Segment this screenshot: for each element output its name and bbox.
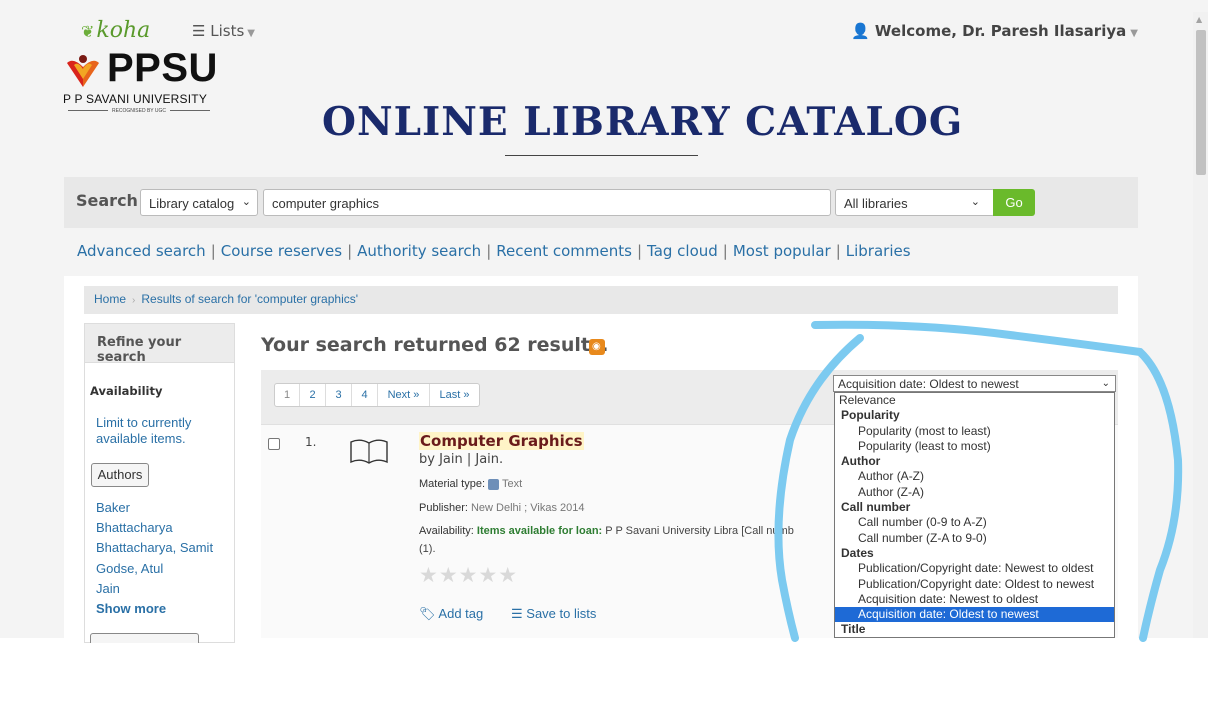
sort-option[interactable]: Publication/Copyright date: Oldest to ne… [835, 577, 1114, 592]
secondary-links: Advanced search | Course reserves | Authorit… [77, 242, 911, 260]
list-icon: ☰ [511, 606, 523, 621]
caret-down-icon: ▼ [247, 28, 255, 39]
tag-icon: 🏷 [419, 606, 436, 621]
sort-option[interactable]: Author (Z-A) [835, 485, 1114, 500]
welcome-text: Welcome, Dr. Paresh Ilasariya [874, 22, 1127, 40]
library-branch-select[interactable]: All libraries ⌄ [835, 189, 995, 216]
refine-heading: Refine your search [84, 323, 235, 365]
breadcrumb-current[interactable]: Results of search for 'computer graphics… [141, 292, 358, 306]
sort-selected-value: Acquisition date: Oldest to newest [838, 377, 1019, 391]
availability-count: (1). [419, 543, 436, 555]
most-popular-link[interactable]: Most popular [733, 242, 831, 260]
library-branch-value: All libraries [844, 196, 908, 211]
sort-option[interactable]: Popularity (least to most) [835, 439, 1114, 454]
material-type: Material type: Text [419, 478, 523, 490]
search-scope-value: Library catalog [149, 196, 235, 211]
libraries-link[interactable]: Libraries [846, 242, 911, 260]
lists-menu[interactable]: ☰ Lists ▼ [192, 22, 255, 40]
blank-area [0, 638, 1208, 709]
sort-option[interactable]: Author (A-Z) [835, 469, 1114, 484]
save-to-lists-link[interactable]: ☰ Save to lists [511, 606, 596, 622]
ppsu-logo-text: PPSU [107, 46, 218, 90]
pagination: 1 2 3 4 Next » Last » [274, 383, 480, 407]
sort-option[interactable]: Call number (Z-A to 9-0) [835, 531, 1114, 546]
sort-select[interactable]: Acquisition date: Oldest to newest ⌄ [833, 375, 1116, 392]
page-link[interactable]: 4 [352, 384, 378, 406]
sort-option[interactable]: Acquisition date: Newest to oldest [835, 592, 1114, 607]
sort-dropdown-list: Relevance Popularity Popularity (most to l… [834, 392, 1115, 638]
page-link[interactable]: 2 [300, 384, 326, 406]
recent-comments-link[interactable]: Recent comments [496, 242, 632, 260]
show-more-link[interactable]: Show more [96, 601, 166, 616]
koha-logo-text: koha [96, 18, 151, 43]
result-title-link[interactable]: Computer Graphics [419, 432, 584, 450]
author-facet-link[interactable]: Jain [96, 581, 120, 597]
next-page-link[interactable]: Next » [378, 384, 430, 406]
authority-search-link[interactable]: Authority search [357, 242, 481, 260]
caret-down-icon: ▼ [1130, 28, 1138, 39]
search-input[interactable]: computer graphics [263, 189, 831, 216]
chevron-right-icon: › [132, 295, 136, 306]
course-reserves-link[interactable]: Course reserves [221, 242, 342, 260]
title-divider [505, 155, 698, 156]
sort-option[interactable]: Call number (0-9 to A-Z) [835, 515, 1114, 530]
sort-option-group: Author [841, 454, 881, 469]
university-name: P P SAVANI UNIVERSITY [63, 92, 208, 106]
page-link-current[interactable]: 1 [275, 384, 300, 406]
sort-option[interactable]: Relevance [835, 393, 1114, 408]
sort-option[interactable]: Popularity (most to least) [835, 424, 1114, 439]
search-scope-select[interactable]: Library catalog ⌄ [140, 189, 258, 216]
user-menu[interactable]: 👤 Welcome, Dr. Paresh Ilasariya ▼ [851, 22, 1138, 40]
rss-icon[interactable]: ◉ [589, 339, 605, 355]
catalog-title: ONLINE LIBRARY CATALOG [322, 99, 964, 145]
availability: Availability: Items available for loan: … [419, 525, 794, 537]
author-facet-link[interactable]: Baker [96, 500, 130, 516]
advanced-search-link[interactable]: Advanced search [77, 242, 206, 260]
last-page-link[interactable]: Last » [430, 384, 479, 406]
search-label: Search [76, 191, 138, 210]
koha-leaf-icon: ❦ [81, 22, 95, 41]
chevron-down-icon: ⌄ [970, 196, 980, 208]
breadcrumb: Home › Results of search for 'computer gra… [84, 286, 1118, 314]
sort-option-group: Title [841, 622, 866, 637]
select-result-checkbox[interactable] [268, 438, 280, 450]
scroll-thumb[interactable] [1196, 30, 1206, 175]
text-document-icon [488, 478, 500, 490]
sort-option[interactable]: Publication/Copyright date: Newest to ol… [835, 561, 1114, 576]
tag-cloud-link[interactable]: Tag cloud [647, 242, 718, 260]
facet-button[interactable] [90, 633, 199, 643]
star-rating[interactable]: ★★★★★ [419, 563, 518, 587]
page-link[interactable]: 3 [326, 384, 352, 406]
chevron-down-icon: ⌄ [1101, 378, 1110, 389]
breadcrumb-home[interactable]: Home [94, 292, 126, 306]
sort-option-group: Dates [841, 545, 874, 560]
author-facet-link[interactable]: Bhattacharya [96, 520, 173, 536]
list-icon: ☰ [192, 22, 206, 40]
result-number: 1. [305, 435, 317, 449]
koha-logo[interactable]: ❦koha [81, 18, 150, 43]
authors-facet-button[interactable]: Authors [91, 463, 149, 487]
scroll-up-arrow-icon[interactable]: ▲ [1196, 15, 1202, 24]
sort-option[interactable]: Acquisition date: Oldest to newest [835, 607, 1114, 623]
sort-option-group: Popularity [841, 408, 900, 423]
go-button[interactable]: Go [993, 189, 1035, 216]
ugc-recognition: RECOGNISED BY UGC [63, 108, 215, 114]
add-tag-link[interactable]: 🏷 Add tag [419, 606, 483, 622]
sort-option-group: Call number [841, 500, 911, 515]
author-facet-link[interactable]: Godse, Atul [96, 561, 163, 577]
user-icon: 👤 [851, 22, 870, 40]
search-query-text: computer graphics [272, 196, 379, 211]
results-summary: Your search returned 62 results. [261, 334, 609, 356]
book-icon [350, 439, 388, 464]
lists-label: Lists [210, 22, 245, 40]
ppsu-emblem-icon [67, 55, 99, 87]
limit-available-link[interactable]: Limit to currently available items. [96, 415, 226, 447]
publisher: Publisher: New Delhi ; Vikas 2014 [419, 502, 585, 514]
result-author[interactable]: by Jain | Jain. [419, 452, 503, 467]
author-facet-link[interactable]: Bhattacharya, Samit [96, 540, 213, 556]
chevron-down-icon: ⌄ [241, 196, 251, 208]
availability-facet-title: Availability [90, 384, 163, 398]
